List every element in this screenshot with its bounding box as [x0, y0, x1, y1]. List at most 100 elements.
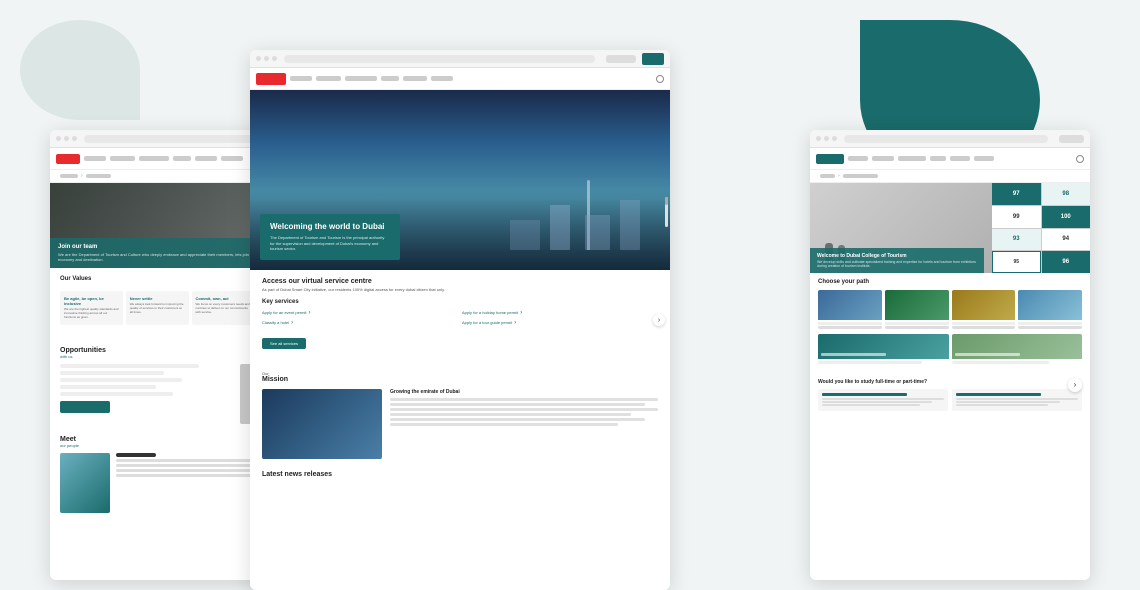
windows-container: › Join our team We are the Department of… [50, 50, 1090, 558]
person-text-3 [116, 469, 269, 472]
path-card-text-2 [885, 322, 949, 325]
nav-careers-center[interactable] [381, 76, 399, 81]
choose-path-title: Choose your path [818, 279, 1082, 285]
path-card-4[interactable] [1018, 290, 1082, 329]
study-grid [818, 389, 1082, 411]
nav-contact-center[interactable] [431, 76, 453, 81]
hero-title-center: Welcoming the world to Dubai [270, 222, 390, 232]
see-all-btn[interactable]: See all services [262, 338, 306, 349]
search-icon-center[interactable] [656, 75, 664, 83]
right-arrow-center[interactable]: › [653, 314, 665, 326]
study-parttime-line-3 [956, 404, 1048, 406]
cr-dot-3 [832, 136, 837, 141]
path-card-subtext-2 [885, 326, 949, 329]
card2-label-1 [821, 353, 886, 356]
address-bar-center[interactable] [284, 55, 595, 63]
scroll-indicator-center[interactable] [665, 197, 668, 227]
value-text-1: We are the highest quality standards and… [64, 308, 119, 320]
opps-item-1 [60, 364, 199, 368]
chrome-dot-1 [56, 136, 61, 141]
study-title: Would you like to study full-time or par… [818, 379, 1082, 385]
choose-path-section: Choose your path [810, 273, 1090, 375]
value-title-2: Never settle [130, 296, 185, 301]
nav-about-left[interactable] [84, 156, 106, 161]
study-fulltime-title [822, 393, 907, 396]
bc-training-right[interactable] [843, 174, 878, 178]
logo-right [816, 154, 844, 164]
opps-item-5 [60, 392, 173, 396]
num-tile-98: 98 [1042, 183, 1091, 205]
path-card-2[interactable] [885, 290, 949, 329]
service-link-1[interactable]: Apply for an event permit [262, 310, 458, 316]
latest-news-title: Latest news releases [262, 471, 658, 478]
bc-careers-left[interactable] [86, 174, 111, 178]
bc-home-right[interactable] [820, 174, 835, 178]
browser-chrome-right [810, 130, 1090, 148]
cr-dot-1 [816, 136, 821, 141]
hero-text-center-body: The Department of Tourism and Tourism is… [270, 235, 390, 252]
nav-careers-right[interactable] [930, 156, 946, 161]
value-card-3: Commit, own, act We focus on every custo… [192, 291, 255, 325]
nav-newsroom-right[interactable] [950, 156, 970, 161]
nav-services-right[interactable] [872, 156, 894, 161]
path-grid-row2 [818, 334, 1082, 364]
value-text-3: We focus on every customers needs and co… [196, 303, 251, 315]
mission-content: Growing the emirate of Dubai [262, 389, 658, 459]
nav-contact-left[interactable] [221, 156, 243, 161]
study-parttime-line-2 [956, 401, 1060, 403]
nav-training-center[interactable] [345, 76, 377, 81]
nav-newsroom-center[interactable] [403, 76, 427, 81]
logo-center [256, 73, 286, 85]
nav-about-center[interactable] [290, 76, 312, 81]
hero-text-center: Welcoming the world to Dubai The Departm… [260, 214, 400, 260]
study-option-parttime[interactable] [952, 389, 1082, 411]
lang-switcher-right[interactable] [1059, 135, 1084, 143]
mission-line-5 [390, 418, 645, 421]
hero-text-right: We develop skills and cultivate speciali… [817, 260, 977, 268]
nav-services-center[interactable] [316, 76, 341, 81]
key-services-title: Key services [262, 299, 658, 305]
service-link-2[interactable]: Apply for a holiday home permit [462, 310, 658, 316]
path-card-img-3 [952, 290, 1016, 320]
open-positions-btn[interactable] [60, 401, 110, 413]
path-card-1[interactable] [818, 290, 882, 329]
study-option-fulltime[interactable] [818, 389, 948, 411]
lang-switcher-center[interactable] [606, 55, 636, 63]
mission-line-2 [390, 403, 645, 406]
nav-training-right[interactable] [898, 156, 926, 161]
nav-about-right[interactable] [848, 156, 868, 161]
path-card-2-2[interactable] [952, 334, 1083, 364]
nav-services-left[interactable] [110, 156, 135, 161]
mission-line-3 [390, 408, 658, 411]
opps-item-2 [60, 371, 164, 375]
nav-careers-left[interactable] [173, 156, 191, 161]
nav-contact-right[interactable] [974, 156, 994, 161]
path-card2-text-1 [818, 361, 922, 364]
study-fulltime-line-2 [822, 401, 932, 403]
path-card-3[interactable] [952, 290, 1016, 329]
mission-title: Mission [262, 376, 658, 383]
path-card-img-1 [818, 290, 882, 320]
nav-training-left[interactable] [139, 156, 169, 161]
num-tile-100: 100 [1042, 206, 1091, 228]
study-fulltime-line-1 [822, 398, 944, 400]
address-bar-right[interactable] [844, 135, 1048, 143]
nav-newsroom-left[interactable] [195, 156, 217, 161]
breadcrumb-right: › [810, 170, 1090, 183]
path-card-2-1[interactable] [818, 334, 949, 364]
person-name [116, 453, 156, 457]
path-right-arrow[interactable]: › [1068, 378, 1082, 392]
mission-text-title: Growing the emirate of Dubai [390, 389, 658, 395]
hero-title-right: Welcome to Dubai College of Tourism [817, 253, 977, 259]
chrome-dot-3 [72, 136, 77, 141]
service-link-3[interactable]: Classify a hotel [262, 320, 458, 326]
search-icon-right[interactable] [1076, 155, 1084, 163]
service-link-4[interactable]: Apply for a tour guide permit [462, 320, 658, 326]
path-card-text-4 [1018, 322, 1082, 325]
latest-news-section: Latest news releases [250, 465, 670, 488]
values-title: Our Values [60, 276, 91, 282]
num-tile-99: 99 [992, 206, 1041, 228]
nav-bar-right [810, 148, 1090, 170]
num-tile-94: 94 [1042, 229, 1091, 251]
bc-home-left[interactable] [60, 174, 78, 178]
